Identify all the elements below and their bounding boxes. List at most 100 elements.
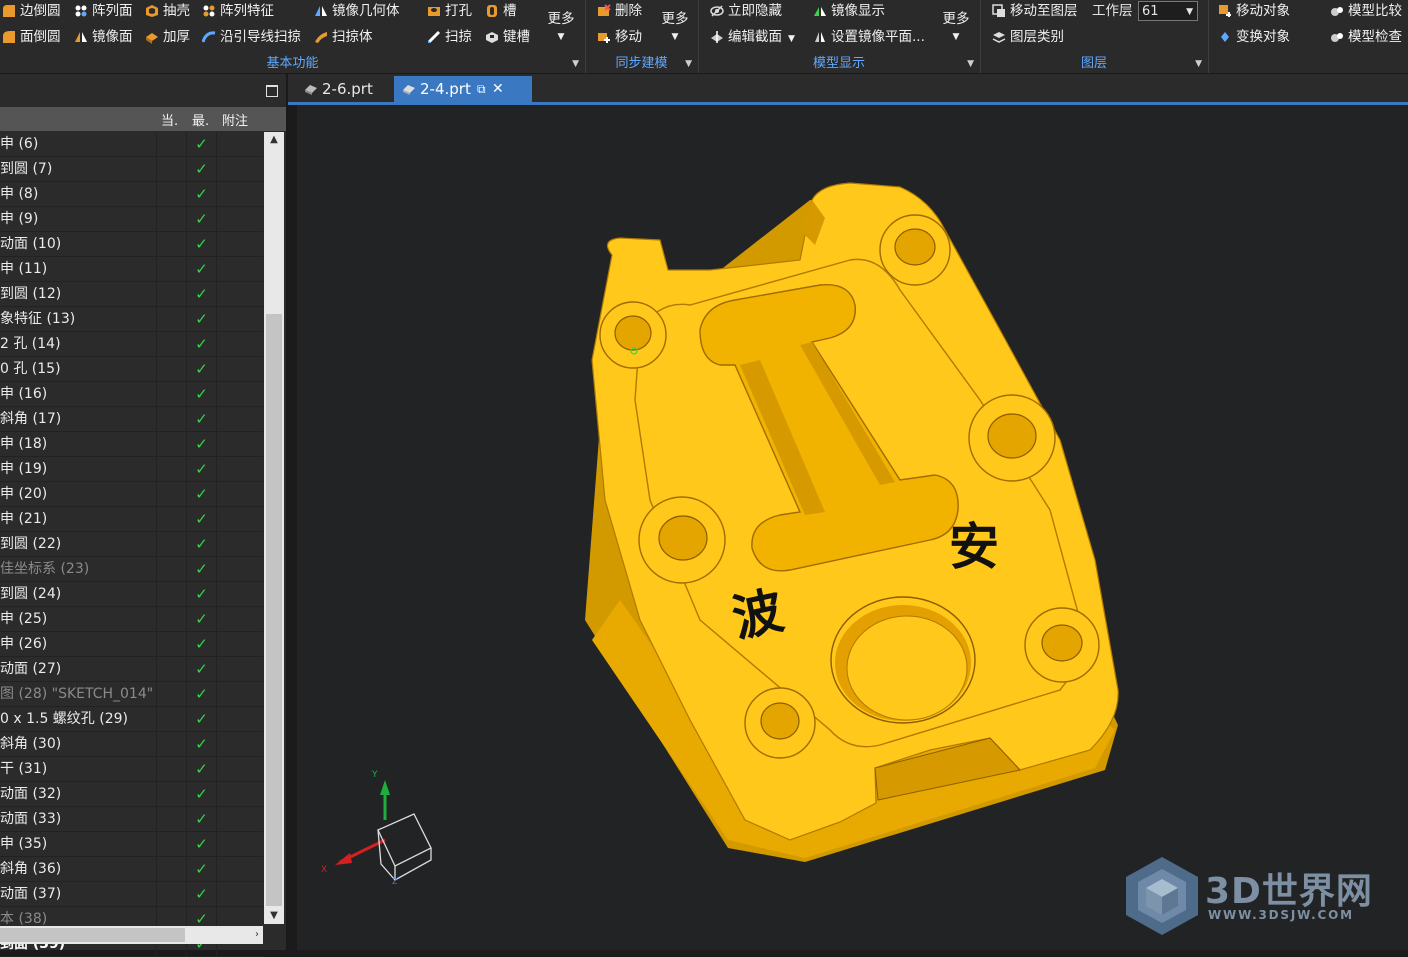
check-icon: ✓: [186, 882, 216, 906]
feature-row[interactable]: 象特征 (13) ✓: [0, 307, 263, 332]
feature-row[interactable]: 到圆 (22) ✓: [0, 532, 263, 557]
feature-row[interactable]: 斜角 (30) ✓: [0, 732, 263, 757]
feature-row[interactable]: 干 (31) ✓: [0, 757, 263, 782]
feature-row[interactable]: 申 (25) ✓: [0, 607, 263, 632]
layer-category-button[interactable]: 图层类别: [990, 26, 1064, 48]
feature-row[interactable]: 申 (8) ✓: [0, 182, 263, 207]
feature-row[interactable]: 申 (9) ✓: [0, 207, 263, 232]
feature-row[interactable]: 申 (19) ✓: [0, 457, 263, 482]
feature-row[interactable]: 申 (6) ✓: [0, 132, 263, 157]
feature-row[interactable]: 到圆 (24) ✓: [0, 582, 263, 607]
feature-name: 干 (31): [0, 761, 48, 777]
close-tab-icon[interactable]: ✕: [492, 76, 504, 102]
feature-name: 2 孔 (14): [0, 336, 61, 352]
edge-blend-button[interactable]: 边倒圆: [0, 0, 61, 22]
part-model-drawing[interactable]: [297, 105, 1408, 950]
current-cell: [156, 782, 186, 806]
graphics-viewport[interactable]: 安 波 Y X Z: [297, 105, 1408, 950]
current-cell: [156, 682, 186, 706]
current-cell: [156, 132, 186, 156]
group-expand-arrow-sync[interactable]: ▼: [685, 59, 692, 69]
model-check-button[interactable]: 模型检查: [1328, 26, 1402, 48]
work-layer-select[interactable]: 61 ▼: [1138, 1, 1198, 21]
group-expand-arrow-display[interactable]: ▼: [967, 59, 974, 69]
face-blend-button[interactable]: 面倒圆: [0, 26, 61, 48]
notes-cell: [216, 682, 264, 706]
scrollbar-thumb[interactable]: [266, 314, 282, 906]
model-compare-button[interactable]: 模型比较: [1328, 0, 1402, 22]
feature-row[interactable]: 动面 (27) ✓: [0, 657, 263, 682]
set-mirror-plane-button[interactable]: 设置镜像平面...: [811, 26, 925, 48]
column-latest[interactable]: 最.: [192, 110, 209, 129]
horizontal-scrollbar[interactable]: ›: [0, 926, 263, 944]
feature-row[interactable]: 申 (20) ✓: [0, 482, 263, 507]
maximize-icon[interactable]: [266, 85, 278, 97]
feature-row[interactable]: 申 (26) ✓: [0, 632, 263, 657]
sync-more-button[interactable]: 更多 ▼: [659, 8, 691, 44]
move-object-button[interactable]: 移动对象: [1216, 0, 1290, 22]
feature-row[interactable]: 申 (16) ✓: [0, 382, 263, 407]
scroll-right-icon[interactable]: ›: [255, 926, 259, 944]
mirror-face-button[interactable]: 镜像面: [72, 26, 133, 48]
delete-face-button[interactable]: 删除: [595, 0, 642, 22]
feature-row[interactable]: 动面 (10) ✓: [0, 232, 263, 257]
vertical-scrollbar[interactable]: ▲ ▼: [264, 132, 284, 924]
slot-button[interactable]: 槽: [483, 0, 517, 22]
scroll-up-icon[interactable]: ▲: [264, 132, 284, 148]
feature-row[interactable]: 0 x 1.5 螺纹孔 (29) ✓: [0, 707, 263, 732]
thicken-button[interactable]: 加厚: [143, 26, 190, 48]
group-expand-arrow-basic[interactable]: ▼: [572, 59, 579, 69]
group-expand-arrow-layer[interactable]: ▼: [1195, 59, 1202, 69]
mirror-geometry-button[interactable]: 镜像几何体: [312, 0, 400, 22]
feature-row[interactable]: 申 (11) ✓: [0, 257, 263, 282]
feature-row[interactable]: 佳坐标系 (23) ✓: [0, 557, 263, 582]
hide-now-button[interactable]: 立即隐藏: [708, 0, 782, 22]
check-icon: ✓: [186, 207, 216, 231]
hole-button[interactable]: 打孔: [425, 0, 472, 22]
move-face-button[interactable]: 移动: [595, 26, 642, 48]
current-cell: [156, 332, 186, 356]
feature-row[interactable]: 动面 (33) ✓: [0, 807, 263, 832]
navigator-header: [0, 74, 286, 107]
chevron-down-icon: ▼: [952, 32, 960, 42]
shell-button[interactable]: 抽壳: [143, 0, 190, 22]
triad-z-label: Z: [392, 877, 398, 886]
sweep-button[interactable]: 扫掠: [425, 26, 472, 48]
feature-name: 到圆 (24): [0, 586, 62, 602]
feature-row[interactable]: 图 (28) "SKETCH_014" ✓: [0, 682, 263, 707]
current-cell: [156, 607, 186, 631]
column-current[interactable]: 当.: [161, 110, 178, 129]
pattern-face-button[interactable]: 阵列面: [72, 0, 133, 22]
mirror-display-button[interactable]: 镜像显示: [811, 0, 885, 22]
sweep-guide-button[interactable]: 沿引导线扫掠: [200, 26, 301, 48]
scroll-down-icon[interactable]: ▼: [264, 908, 284, 924]
feature-row[interactable]: 动面 (32) ✓: [0, 782, 263, 807]
move-to-layer-button[interactable]: 移动至图层: [990, 0, 1078, 22]
keyway-button[interactable]: 键槽: [483, 26, 530, 48]
check-icon: ✓: [186, 707, 216, 731]
feature-row[interactable]: 0 孔 (15) ✓: [0, 357, 263, 382]
transform-object-button[interactable]: 变换对象: [1216, 26, 1290, 48]
check-icon: ✓: [186, 357, 216, 381]
feature-row[interactable]: 动面 (37) ✓: [0, 882, 263, 907]
feature-row[interactable]: 斜角 (17) ✓: [0, 407, 263, 432]
feature-row[interactable]: 到圆 (7) ✓: [0, 157, 263, 182]
current-cell: [156, 707, 186, 731]
tab-2-4-prt[interactable]: 2-4.prt ⧉ ✕: [394, 76, 532, 102]
feature-row[interactable]: 申 (21) ✓: [0, 507, 263, 532]
swept-volume-button[interactable]: 扫掠体: [312, 26, 373, 48]
feature-row[interactable]: 到圆 (12) ✓: [0, 282, 263, 307]
current-cell: [156, 282, 186, 306]
column-notes[interactable]: 附注: [222, 110, 248, 129]
feature-row[interactable]: 斜角 (36) ✓: [0, 857, 263, 882]
popout-icon[interactable]: ⧉: [477, 76, 486, 102]
notes-cell: [216, 882, 264, 906]
display-more-button[interactable]: 更多 ▼: [940, 8, 972, 44]
scrollbar-thumb[interactable]: [0, 928, 185, 942]
edit-section-button[interactable]: 编辑截面 ▼: [708, 26, 795, 48]
pattern-feature-button[interactable]: 阵列特征: [200, 0, 274, 22]
basic-more-button[interactable]: 更多 ▼: [545, 8, 577, 44]
feature-row[interactable]: 2 孔 (14) ✓: [0, 332, 263, 357]
feature-row[interactable]: 申 (18) ✓: [0, 432, 263, 457]
feature-row[interactable]: 申 (35) ✓: [0, 832, 263, 857]
